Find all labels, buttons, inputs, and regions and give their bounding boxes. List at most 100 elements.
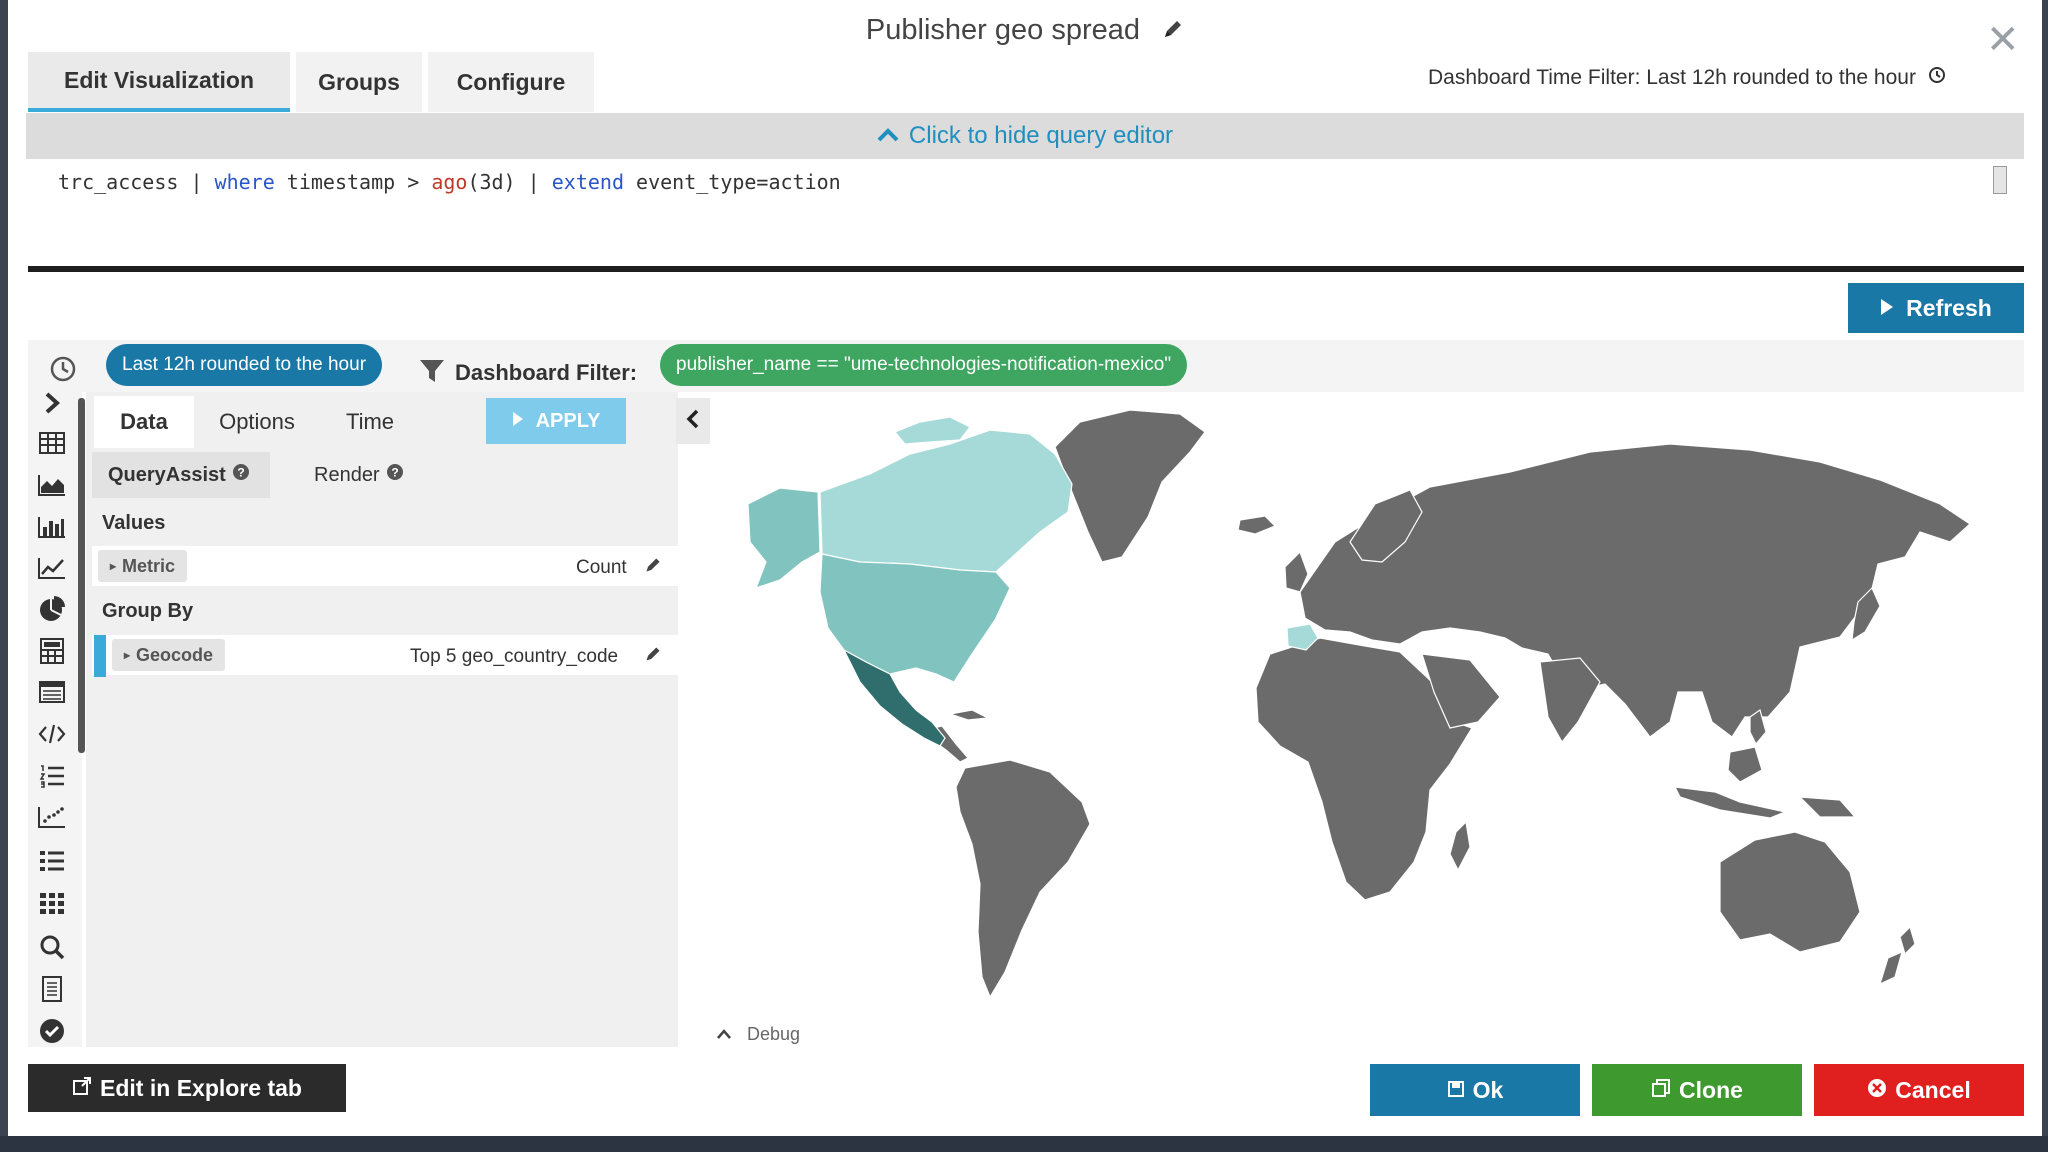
- region-indonesia: [1673, 786, 1788, 819]
- title-text: Publisher geo spread: [865, 14, 1140, 46]
- region-south-america: [955, 759, 1091, 999]
- help-icon: ?: [232, 463, 250, 487]
- cancel-button[interactable]: Cancel: [1814, 1064, 2024, 1116]
- ok-label: Ok: [1472, 1076, 1504, 1103]
- map-container: [710, 392, 2024, 1012]
- query-text[interactable]: trc_access | where timestamp > ago(3d) |…: [58, 170, 841, 194]
- apply-button[interactable]: APPLY: [486, 398, 626, 444]
- region-cuba: [949, 709, 991, 721]
- line-chart-icon[interactable]: [34, 553, 70, 583]
- query-token: trc_access |: [58, 170, 215, 194]
- region-canada: [819, 429, 1073, 573]
- tab-groups[interactable]: Groups: [296, 52, 422, 112]
- tab-options[interactable]: Options: [200, 396, 314, 448]
- dashboard-filter-label: Dashboard Filter:: [455, 360, 638, 385]
- bullet-list-icon[interactable]: [34, 846, 70, 876]
- filter-icon: [418, 358, 446, 389]
- edit-in-explore-button[interactable]: Edit in Explore tab: [28, 1064, 346, 1112]
- query-editor-scrollbar[interactable]: [1993, 166, 2007, 194]
- tab-label: Time: [345, 409, 395, 434]
- world-choropleth-map[interactable]: [710, 392, 2024, 1012]
- calculator-icon[interactable]: [34, 636, 70, 666]
- metric-chip[interactable]: ▸ Metric: [98, 550, 188, 582]
- query-token: timestamp >: [274, 170, 432, 194]
- external-link-icon: [72, 1075, 92, 1102]
- region-new-zealand-south: [1879, 950, 1903, 986]
- times-circle-icon: [1867, 1077, 1887, 1104]
- chevron-left-icon: [686, 409, 700, 434]
- play-icon: [512, 410, 524, 433]
- refresh-label: Refresh: [1906, 294, 1992, 321]
- dashboard-filter-pill[interactable]: publisher_name == "ume-technologies-noti…: [660, 344, 1188, 386]
- tab-time[interactable]: Time: [320, 396, 420, 448]
- area-chart-icon[interactable]: [34, 470, 70, 500]
- search-icon[interactable]: [34, 932, 70, 962]
- subtab-render[interactable]: Render ?: [298, 452, 438, 498]
- chevron-up-icon: [877, 122, 899, 150]
- svg-text:?: ?: [391, 466, 398, 480]
- scatter-icon[interactable]: [34, 802, 70, 832]
- region-india: [1539, 657, 1601, 744]
- row-selection-indicator: [94, 635, 106, 677]
- clone-button[interactable]: Clone: [1592, 1064, 1802, 1116]
- edit-visualization-dialog: Publisher geo spread ✕ Edit Visualizatio…: [8, 0, 2042, 1136]
- dashboard-time-filter: Dashboard Time Filter: Last 12h rounded …: [1428, 66, 1946, 90]
- time-filter-pill[interactable]: Last 12h rounded to the hour: [106, 344, 383, 386]
- code-icon[interactable]: [34, 719, 70, 749]
- cancel-label: Cancel: [1895, 1076, 1971, 1103]
- edit-metric-icon[interactable]: [644, 556, 662, 579]
- svg-text:?: ?: [237, 466, 244, 480]
- explore-label: Edit in Explore tab: [100, 1074, 302, 1101]
- chevron-right-icon[interactable]: [34, 388, 70, 418]
- numbered-list-icon[interactable]: [34, 761, 70, 791]
- play-icon: [1880, 295, 1894, 322]
- document-icon[interactable]: [34, 974, 70, 1004]
- region-greenland: [1054, 409, 1206, 563]
- query-editor-toggle-label: Click to hide query editor: [908, 122, 1174, 149]
- tab-configure[interactable]: Configure: [428, 52, 594, 112]
- debug-toggle[interactable]: Debug: [716, 1024, 800, 1045]
- clock-icon: [1928, 66, 1946, 90]
- close-icon[interactable]: ✕: [1986, 20, 2020, 60]
- dashboard-filter-value: publisher_name == "ume-technologies-noti…: [676, 354, 1172, 375]
- region-australia: [1719, 831, 1861, 953]
- region-new-guinea: [1798, 796, 1857, 818]
- background-strip: [0, 1136, 2048, 1152]
- rail-scrollbar[interactable]: [78, 398, 85, 753]
- values-section-label: Values: [102, 512, 166, 534]
- region-canada-islands: [894, 416, 971, 445]
- table-icon[interactable]: [34, 428, 70, 458]
- ok-button[interactable]: Ok: [1370, 1064, 1580, 1116]
- query-token: (3d) |: [467, 170, 552, 194]
- collapse-panel-button[interactable]: [676, 398, 710, 444]
- edit-title-icon[interactable]: [1162, 15, 1184, 48]
- dialog-title: Publisher geo spread: [8, 14, 2042, 48]
- check-circle-icon[interactable]: [34, 1016, 70, 1046]
- region-united-states: [819, 553, 1011, 683]
- subtab-query-assist[interactable]: QueryAssist ?: [92, 452, 270, 498]
- debug-label: Debug: [747, 1024, 801, 1044]
- list-view-icon[interactable]: [34, 677, 70, 707]
- geocode-chip-label: Geocode: [136, 644, 214, 665]
- time-filter-text: Dashboard Time Filter: Last 12h rounded …: [1428, 66, 1916, 89]
- query-keyword: extend: [551, 170, 624, 194]
- tab-data[interactable]: Data: [94, 396, 194, 448]
- edit-geocode-icon[interactable]: [644, 645, 662, 668]
- metric-value: Count: [576, 557, 627, 578]
- caret-right-icon: ▸: [124, 648, 131, 662]
- geocode-value: Top 5 geo_country_code: [410, 646, 619, 667]
- pie-chart-icon[interactable]: [34, 594, 70, 624]
- query-editor-toggle[interactable]: Click to hide query editor: [26, 113, 2024, 159]
- refresh-button[interactable]: Refresh: [1848, 283, 2024, 333]
- grid-icon[interactable]: [34, 888, 70, 918]
- region-new-zealand: [1899, 925, 1916, 956]
- save-icon: [1447, 1077, 1465, 1104]
- caret-right-icon: ▸: [110, 559, 117, 573]
- tab-label: Edit Visualization: [64, 66, 254, 93]
- geocode-chip[interactable]: ▸ Geocode: [112, 639, 226, 671]
- query-keyword: where: [214, 170, 275, 194]
- history-icon[interactable]: [48, 354, 78, 389]
- query-function: ago: [431, 170, 468, 194]
- bar-chart-icon[interactable]: [34, 512, 70, 542]
- tab-edit-visualization[interactable]: Edit Visualization: [28, 52, 290, 112]
